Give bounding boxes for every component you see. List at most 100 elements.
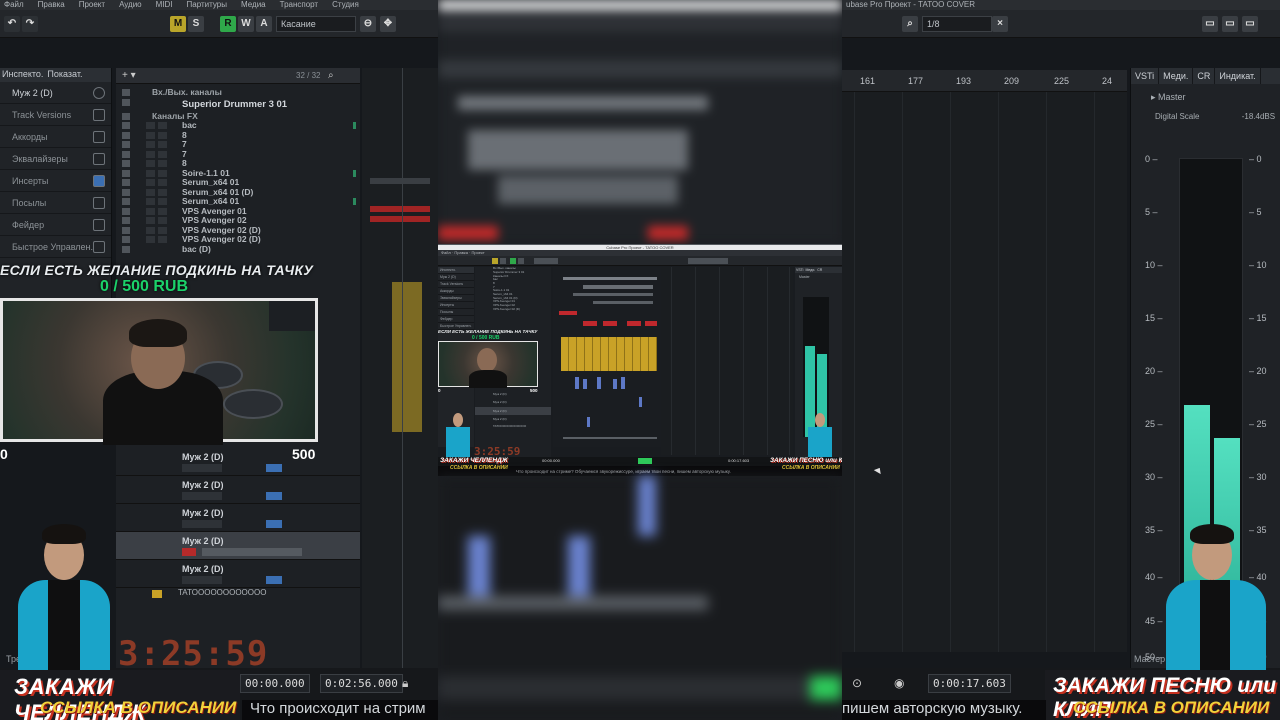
close-icon[interactable]: × bbox=[992, 16, 1008, 32]
automation-touch-select[interactable]: Касание bbox=[276, 16, 356, 32]
solo-button[interactable] bbox=[158, 131, 167, 139]
menu-item[interactable]: Аудио bbox=[119, 0, 142, 10]
tab-vsti[interactable]: VSTi bbox=[1131, 68, 1160, 84]
track-controls[interactable] bbox=[202, 548, 302, 556]
track-row[interactable]: Serum_x64 01 bbox=[116, 178, 360, 188]
tab-inspector[interactable]: Инспекто. bbox=[0, 68, 45, 82]
inspector-section[interactable]: Посылы bbox=[0, 192, 111, 214]
mute-button[interactable] bbox=[146, 188, 155, 196]
track-row[interactable]: Serum_x64 01 (D) bbox=[116, 188, 360, 198]
add-track-icon[interactable]: + ▾ bbox=[122, 70, 136, 81]
solo-button[interactable] bbox=[158, 169, 167, 177]
mute-mode-button[interactable]: M bbox=[170, 16, 186, 32]
undo-icon[interactable]: ↶ bbox=[4, 16, 20, 32]
redo-icon[interactable]: ↷ bbox=[22, 16, 38, 32]
tab-meter[interactable]: Индикат. bbox=[1215, 68, 1261, 84]
tab-media[interactable]: Меди. bbox=[1159, 68, 1194, 84]
solo-button[interactable] bbox=[158, 188, 167, 196]
mute-button[interactable] bbox=[146, 226, 155, 234]
automation-mode-button[interactable]: A bbox=[256, 16, 272, 32]
edit-button[interactable] bbox=[266, 520, 282, 528]
menu-item[interactable]: Транспорт bbox=[280, 0, 318, 10]
track-controls[interactable] bbox=[182, 492, 222, 500]
mute-button[interactable] bbox=[146, 150, 155, 158]
move-tool-icon[interactable]: ✥ bbox=[380, 16, 396, 32]
search-icon[interactable]: ⌕ bbox=[902, 16, 918, 32]
inspector-section[interactable]: Инсерты bbox=[0, 170, 111, 192]
track-row[interactable]: 7 bbox=[116, 150, 360, 160]
track-controls[interactable] bbox=[182, 520, 222, 528]
metronome-icon[interactable]: ◉ bbox=[894, 676, 904, 690]
mute-button[interactable] bbox=[146, 198, 155, 205]
vocal-track[interactable]: Муж 2 (D) bbox=[116, 476, 360, 504]
time-display-length[interactable]: 0:02:56.000 bbox=[320, 674, 403, 693]
solo-button[interactable] bbox=[158, 217, 167, 224]
menu-item[interactable]: Партитуры bbox=[187, 0, 227, 10]
track-row[interactable]: 8 bbox=[116, 131, 360, 141]
mute-button[interactable] bbox=[146, 141, 155, 148]
vocal-track[interactable]: Муж 2 (D) bbox=[116, 560, 360, 588]
mute-button[interactable] bbox=[146, 179, 155, 186]
cycle-icon[interactable]: ⊙ bbox=[852, 676, 862, 690]
menu-item[interactable]: MIDI bbox=[156, 0, 173, 10]
tab-cr[interactable]: CR bbox=[1193, 68, 1216, 84]
vocal-track-selected[interactable]: Муж 2 (D) bbox=[116, 532, 360, 560]
layout-icon[interactable]: ▭ bbox=[1202, 16, 1218, 32]
track-controls[interactable] bbox=[182, 464, 222, 472]
lock-icon[interactable]: 🔒︎ bbox=[402, 676, 408, 691]
write-mode-button[interactable]: W bbox=[238, 16, 254, 32]
menu-item[interactable]: Студия bbox=[332, 0, 359, 10]
menu-item[interactable]: Правка bbox=[38, 0, 65, 10]
inspector-section[interactable]: Track Versions bbox=[0, 104, 111, 126]
track-row[interactable]: VPS Avenger 02 (D) bbox=[116, 226, 360, 236]
folder-track[interactable]: TATOOOOOOOOOOOO bbox=[116, 588, 360, 600]
menu-item[interactable]: Файл bbox=[4, 0, 24, 10]
track-row[interactable]: Каналы FX bbox=[116, 112, 360, 122]
quantize-select[interactable]: 1/8 bbox=[922, 16, 992, 32]
solo-button[interactable] bbox=[158, 236, 167, 243]
track-row[interactable]: 8 bbox=[116, 159, 360, 169]
mute-button[interactable] bbox=[146, 122, 155, 129]
track-row[interactable]: Superior Drummer 3 01 bbox=[116, 98, 360, 112]
mute-button[interactable] bbox=[146, 131, 155, 139]
vocal-track[interactable]: Муж 2 (D) bbox=[116, 448, 360, 476]
inspector-section[interactable]: Фейдер bbox=[0, 214, 111, 236]
edit-button[interactable] bbox=[266, 576, 282, 584]
mute-button[interactable] bbox=[146, 169, 155, 177]
track-row[interactable]: Вх./Вых. каналы bbox=[116, 88, 360, 98]
layout-icon-2[interactable]: ▭ bbox=[1222, 16, 1238, 32]
settings-icon[interactable]: ⊖ bbox=[360, 16, 376, 32]
mute-button[interactable] bbox=[146, 207, 155, 215]
edit-button[interactable] bbox=[266, 464, 282, 472]
record-button[interactable] bbox=[182, 548, 196, 556]
edit-button[interactable] bbox=[266, 492, 282, 500]
track-row[interactable]: bac bbox=[116, 121, 360, 131]
track-row[interactable]: VPS Avenger 01 bbox=[116, 207, 360, 217]
track-row[interactable]: Soire-1.1 01 bbox=[116, 169, 360, 179]
layout-icon-3[interactable]: ▭ bbox=[1242, 16, 1258, 32]
mute-button[interactable] bbox=[146, 217, 155, 224]
solo-button[interactable] bbox=[158, 226, 167, 234]
inspector-track-name[interactable]: Муж 2 (D) bbox=[0, 82, 111, 104]
mute-button[interactable] bbox=[146, 160, 155, 167]
track-row[interactable]: VPS Avenger 02 bbox=[116, 216, 360, 226]
solo-button[interactable] bbox=[158, 207, 167, 215]
search-icon[interactable]: ⌕ bbox=[328, 70, 334, 81]
menu-item[interactable]: Медиа bbox=[241, 0, 266, 10]
mute-button[interactable] bbox=[146, 236, 155, 243]
solo-button[interactable] bbox=[158, 198, 167, 205]
solo-mode-button[interactable]: S bbox=[188, 16, 204, 32]
inspector-section[interactable]: Эквалайзеры bbox=[0, 148, 111, 170]
power-icon[interactable] bbox=[93, 87, 105, 99]
track-row[interactable]: 7 bbox=[116, 140, 360, 150]
arrange-grid-right[interactable] bbox=[842, 92, 1127, 652]
time-display-position[interactable]: 0:00:17.603 bbox=[928, 674, 1011, 693]
inspector-section[interactable]: Аккорды bbox=[0, 126, 111, 148]
timeline-ruler[interactable]: 161 177 193 209 225 24 bbox=[842, 70, 1127, 92]
read-mode-button[interactable]: R bbox=[220, 16, 236, 32]
track-row[interactable]: VPS Avenger 02 (D) bbox=[116, 235, 360, 245]
solo-button[interactable] bbox=[158, 141, 167, 148]
track-controls[interactable] bbox=[182, 576, 222, 584]
menu-item[interactable]: Проект bbox=[79, 0, 105, 10]
tab-visibility[interactable]: Показат. bbox=[45, 68, 84, 82]
